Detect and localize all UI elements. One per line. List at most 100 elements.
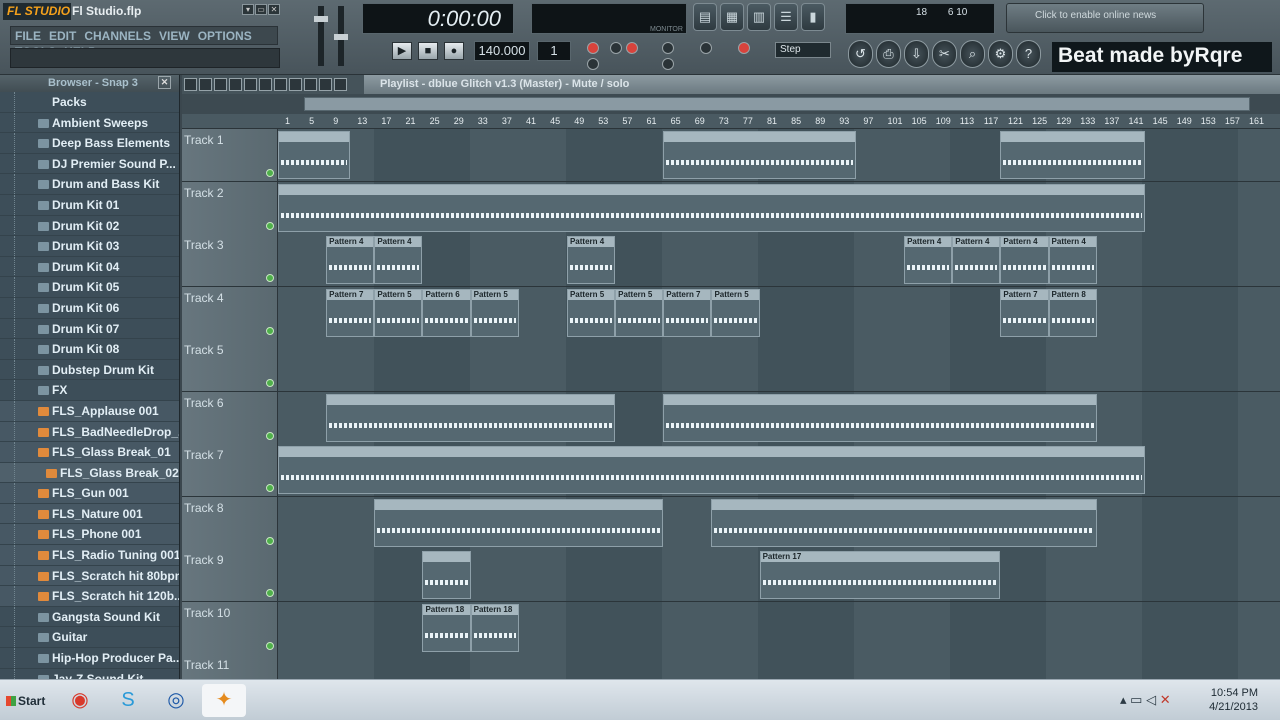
- pattern-clip[interactable]: Pattern 17: [759, 551, 1001, 599]
- zoom-tool-icon[interactable]: [274, 78, 287, 91]
- network-icon[interactable]: ▭: [1130, 692, 1142, 707]
- browser-item[interactable]: Gangsta Sound Kit: [0, 606, 179, 628]
- menu-options[interactable]: OPTIONS: [194, 27, 256, 43]
- pattern-clip[interactable]: Pattern 4: [374, 236, 423, 284]
- browser-item[interactable]: FLS_Gun 001: [0, 483, 179, 504]
- paint-tool-icon[interactable]: [199, 78, 212, 91]
- pattern-clip[interactable]: [663, 131, 856, 179]
- pattern-clip[interactable]: Pattern 5: [470, 288, 519, 337]
- slice-tool-icon[interactable]: [244, 78, 257, 91]
- track-enable-led[interactable]: [266, 431, 274, 440]
- track-lane[interactable]: Pattern 17: [278, 549, 1280, 601]
- snap-tool-icon[interactable]: [304, 78, 317, 91]
- browser-item[interactable]: Hip-Hop Producer Pa...: [0, 648, 179, 669]
- browser-item[interactable]: Drum Kit 08: [0, 339, 179, 360]
- browser-item[interactable]: FLS_Radio Tuning 001: [0, 545, 179, 566]
- track-label[interactable]: Track 8: [182, 496, 278, 549]
- select-tool-icon[interactable]: [259, 78, 272, 91]
- browser-close-icon[interactable]: ✕: [158, 76, 171, 89]
- search-icon[interactable]: ⌕: [960, 40, 985, 68]
- pattern-clip[interactable]: [374, 498, 664, 547]
- track-label[interactable]: Track 10: [182, 601, 278, 654]
- snap-selector[interactable]: Step: [775, 42, 831, 58]
- menu-view[interactable]: VIEW: [155, 27, 194, 43]
- browser-item[interactable]: FLS_Phone 001: [0, 524, 179, 546]
- browser-item[interactable]: Drum Kit 01: [0, 194, 179, 216]
- track-enable-led[interactable]: [266, 169, 274, 177]
- browser-item[interactable]: FLS_Applause 001: [0, 400, 179, 422]
- blend-notes-toggle[interactable]: [587, 58, 599, 70]
- track-lane[interactable]: [278, 339, 1280, 391]
- pattern-clip[interactable]: [663, 393, 1097, 442]
- track-lane[interactable]: [278, 129, 1280, 181]
- browser-item[interactable]: Drum Kit 03: [0, 236, 179, 257]
- browser-item[interactable]: FLS_Scratch hit 80bpm: [0, 565, 179, 587]
- browser-item[interactable]: Drum Kit 07: [0, 318, 179, 340]
- pattern-clip[interactable]: Pattern 8: [1048, 288, 1097, 337]
- save-icon[interactable]: ⎙: [876, 40, 901, 68]
- track-label[interactable]: Track 3: [182, 234, 278, 286]
- pattern-clip[interactable]: Pattern 4: [904, 236, 953, 284]
- track-enable-led[interactable]: [266, 221, 274, 230]
- pattern-selector[interactable]: 1: [537, 41, 571, 61]
- pattern-clip[interactable]: Pattern 5: [711, 288, 760, 337]
- track-enable-led[interactable]: [266, 274, 274, 282]
- help-icon[interactable]: ?: [1016, 40, 1041, 68]
- expand-tray-icon[interactable]: ▴: [1120, 692, 1127, 707]
- pattern-clip[interactable]: Pattern 5: [374, 288, 423, 337]
- browser-item[interactable]: FLS_Scratch hit 120b...: [0, 586, 179, 607]
- pattern-clip[interactable]: Pattern 7: [326, 288, 375, 337]
- error-icon[interactable]: ✕: [1160, 692, 1171, 707]
- menu-edit[interactable]: EDIT: [45, 27, 80, 43]
- track-enable-led[interactable]: [266, 536, 274, 545]
- clock[interactable]: 10:54 PM 4/21/2013: [1198, 686, 1258, 714]
- master-volume-slider[interactable]: [314, 6, 328, 66]
- track-label[interactable]: Track 9: [182, 549, 278, 601]
- browser-item[interactable]: DJ Premier Sound P...: [0, 153, 179, 175]
- export-icon[interactable]: ⇩: [904, 40, 929, 68]
- skype-icon[interactable]: S: [106, 684, 150, 717]
- pattern-clip[interactable]: Pattern 7: [1000, 288, 1049, 337]
- piano-roll-button[interactable]: ▥: [747, 3, 771, 31]
- browser-item[interactable]: Drum Kit 02: [0, 215, 179, 237]
- metronome-toggle[interactable]: [610, 42, 622, 54]
- restore-icon[interactable]: ▭: [255, 4, 267, 15]
- pattern-clip[interactable]: Pattern 4: [1048, 236, 1097, 284]
- pattern-clip[interactable]: [278, 446, 1145, 494]
- scroll-thumb[interactable]: [304, 97, 1250, 111]
- pattern-clip[interactable]: [1000, 131, 1145, 179]
- track-enable-led[interactable]: [266, 589, 274, 597]
- pattern-clip[interactable]: Pattern 5: [615, 288, 664, 337]
- tempo-display[interactable]: 140.000: [474, 41, 530, 61]
- pattern-clip[interactable]: Pattern 18: [470, 603, 519, 652]
- draw-tool-icon[interactable]: [184, 78, 197, 91]
- chrome-icon[interactable]: ◉: [58, 684, 102, 717]
- minimize-icon[interactable]: ▾: [242, 4, 254, 15]
- browser-item[interactable]: Guitar: [0, 627, 179, 649]
- timeline-ruler[interactable]: 1 5 9 13 17 21 25 29 33 37 41 45 49 53 57 61 65 69 73 77 81 8…: [182, 114, 1280, 129]
- browser-item[interactable]: FX: [0, 380, 179, 401]
- track-lane[interactable]: [278, 391, 1280, 444]
- playlist-window-button[interactable]: ▤: [693, 3, 717, 31]
- step-edit-toggle[interactable]: [662, 42, 674, 54]
- menu-channels[interactable]: CHANNELS: [80, 27, 155, 43]
- cut-icon[interactable]: ✂: [932, 40, 957, 68]
- wait-input-toggle[interactable]: [700, 42, 712, 54]
- track-lane[interactable]: [278, 181, 1280, 234]
- pattern-clip[interactable]: [278, 131, 351, 179]
- track-enable-led[interactable]: [266, 379, 274, 387]
- track-lane[interactable]: [278, 444, 1280, 496]
- volume-icon[interactable]: ◁: [1146, 692, 1156, 707]
- fl-studio-taskbar-icon[interactable]: ✦: [202, 684, 246, 717]
- undo-icon[interactable]: ↺: [848, 40, 873, 68]
- browser-item[interactable]: Drum Kit 05: [0, 277, 179, 298]
- browser-item[interactable]: Deep Bass Elements: [0, 133, 179, 154]
- browser-item[interactable]: Dubstep Drum Kit: [0, 359, 179, 381]
- playback-tool-icon[interactable]: [289, 78, 302, 91]
- mute-tool-icon[interactable]: [229, 78, 242, 91]
- stop-button[interactable]: ■: [418, 42, 438, 60]
- horizontal-scroller[interactable]: [182, 94, 1280, 114]
- track-label[interactable]: Track 4: [182, 286, 278, 339]
- pattern-clip[interactable]: [326, 393, 616, 442]
- track-label[interactable]: Track 6: [182, 391, 278, 444]
